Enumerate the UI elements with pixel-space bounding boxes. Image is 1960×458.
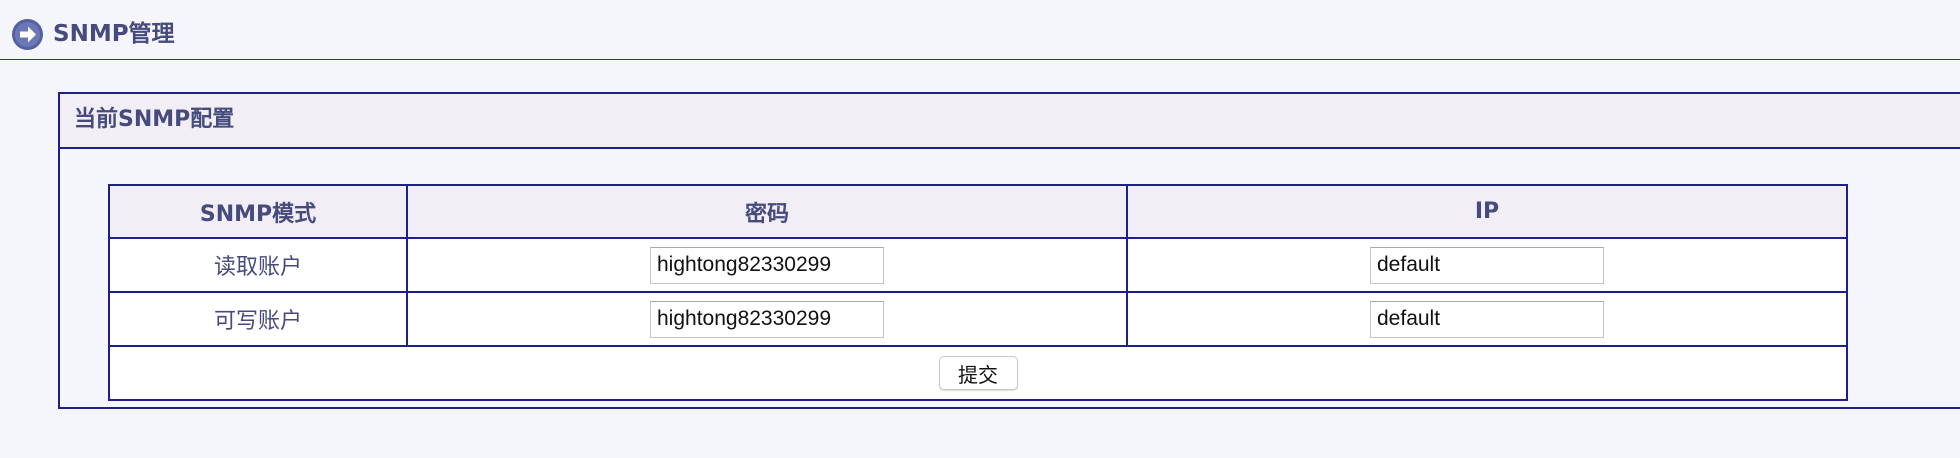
read-ip-cell bbox=[1126, 237, 1848, 293]
submit-button[interactable]: 提交 bbox=[938, 356, 1018, 390]
submit-cell: 提交 bbox=[108, 345, 1848, 401]
column-header-password: 密码 bbox=[406, 184, 1128, 239]
snmp-config-panel: 当前SNMP配置 SNMP模式 密码 IP 读取账户 hightong82330… bbox=[58, 92, 1960, 409]
panel-title: 当前SNMP配置 bbox=[74, 107, 235, 132]
read-password-input[interactable] bbox=[650, 246, 884, 284]
read-password-cell bbox=[406, 237, 1128, 293]
write-ip-input[interactable] bbox=[1370, 300, 1604, 338]
write-account-label: 可写账户 bbox=[108, 291, 408, 347]
write-ip-cell bbox=[1126, 291, 1848, 347]
write-password-cell bbox=[406, 291, 1128, 347]
page-title: SNMP管理 bbox=[53, 21, 175, 47]
table-row-read-account: 读取账户 bbox=[108, 237, 1848, 293]
read-ip-input[interactable] bbox=[1370, 246, 1604, 284]
panel-header: 当前SNMP配置 bbox=[60, 94, 1960, 149]
table-row-write-account: 可写账户 bbox=[108, 291, 1848, 347]
table-row-submit: 提交 bbox=[108, 345, 1848, 401]
snmp-config-table: SNMP模式 密码 IP 读取账户 可写账户 bbox=[108, 184, 1848, 401]
write-password-input[interactable] bbox=[650, 300, 884, 338]
table-header-row: SNMP模式 密码 IP bbox=[108, 184, 1848, 239]
column-header-ip: IP bbox=[1126, 184, 1848, 239]
arrow-circle-right-icon bbox=[12, 19, 43, 50]
column-header-mode: SNMP模式 bbox=[108, 184, 408, 239]
read-account-label: 读取账户 bbox=[108, 237, 408, 293]
page-header: SNMP管理 bbox=[0, 0, 1960, 60]
